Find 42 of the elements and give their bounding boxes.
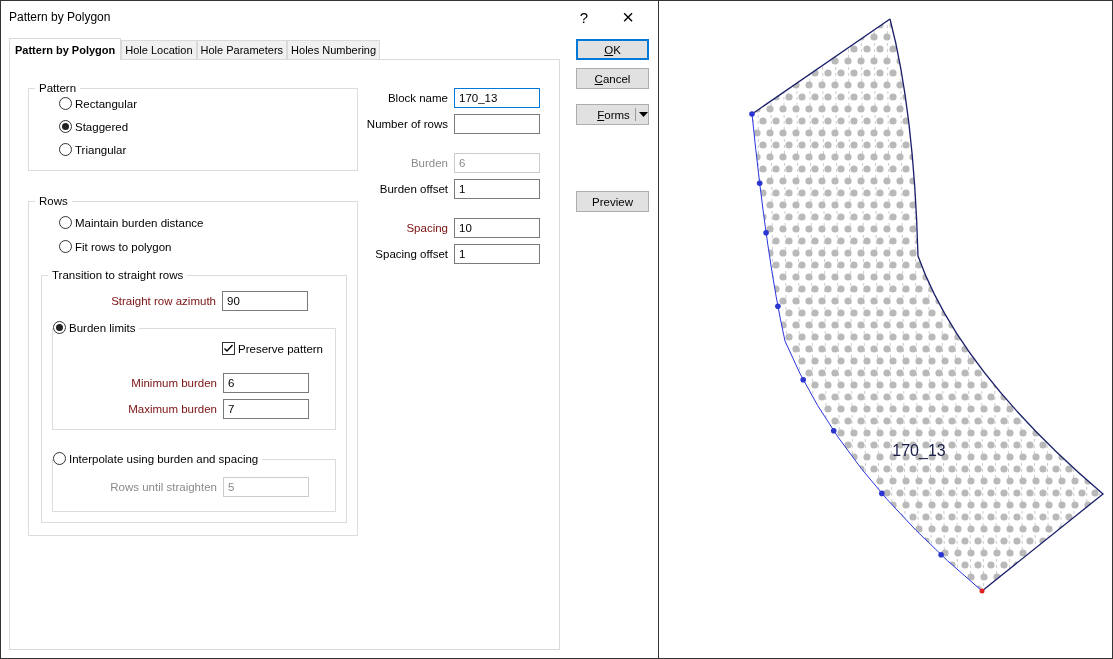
text-field[interactable]: 10 xyxy=(454,218,540,238)
field-label: Minimum burden xyxy=(131,377,217,389)
tab[interactable]: Pattern by Polygon xyxy=(9,38,122,60)
radio-button[interactable]: Interpolate using burden and spacing xyxy=(53,452,259,465)
ok-button[interactable]: OK xyxy=(576,39,649,60)
radio-button[interactable]: Maintain burden distance xyxy=(59,216,204,229)
text-field[interactable]: 7 xyxy=(223,399,309,419)
close-button[interactable]: × xyxy=(610,3,646,31)
field-label: Spacing xyxy=(406,222,448,234)
radio-button[interactable]: Rectangular xyxy=(59,97,137,110)
dialog-button[interactable]: Cancel xyxy=(576,68,649,89)
field-label: Straight row azimuth xyxy=(111,295,216,307)
field-label: Block name xyxy=(387,92,448,104)
text-field[interactable]: 6 xyxy=(223,373,309,393)
window-title: Pattern by Polygon xyxy=(9,10,112,24)
text-field[interactable]: 90 xyxy=(222,291,308,311)
tab[interactable]: Holes Numbering xyxy=(287,40,381,59)
field-label: Burden offset xyxy=(379,183,448,195)
text-field[interactable] xyxy=(454,114,540,134)
caret-icon xyxy=(639,112,648,117)
field-label: Spacing offset xyxy=(375,248,448,260)
radio-button[interactable]: Burden limits xyxy=(53,321,136,334)
split-button[interactable]: Forms xyxy=(576,104,649,125)
field-label: Number of rows xyxy=(366,118,448,130)
text-field[interactable]: 1 xyxy=(454,179,540,199)
group-title: Pattern xyxy=(38,82,78,94)
radio-button[interactable]: Fit rows to polygon xyxy=(59,240,172,253)
help-button[interactable]: ? xyxy=(566,3,602,31)
tab[interactable]: Hole Location xyxy=(121,40,197,59)
field-label: Maximum burden xyxy=(128,403,217,415)
dialog-button[interactable]: Preview xyxy=(576,191,649,212)
tab[interactable]: Hole Parameters xyxy=(196,40,288,59)
field-label: Rows until straighten xyxy=(110,481,217,493)
radio-button[interactable]: Staggered xyxy=(59,120,129,133)
text-field[interactable]: 1 xyxy=(454,244,540,264)
radio-button[interactable]: Triangular xyxy=(59,143,127,156)
group-title: Transition to straight rows xyxy=(51,269,185,281)
block-label: 170_13 xyxy=(892,442,946,459)
text-field[interactable]: 170_13 xyxy=(454,88,540,108)
group-title: Rows xyxy=(38,195,69,207)
field-label: Burden xyxy=(410,157,448,169)
checkbox[interactable]: Preserve pattern xyxy=(222,342,323,355)
